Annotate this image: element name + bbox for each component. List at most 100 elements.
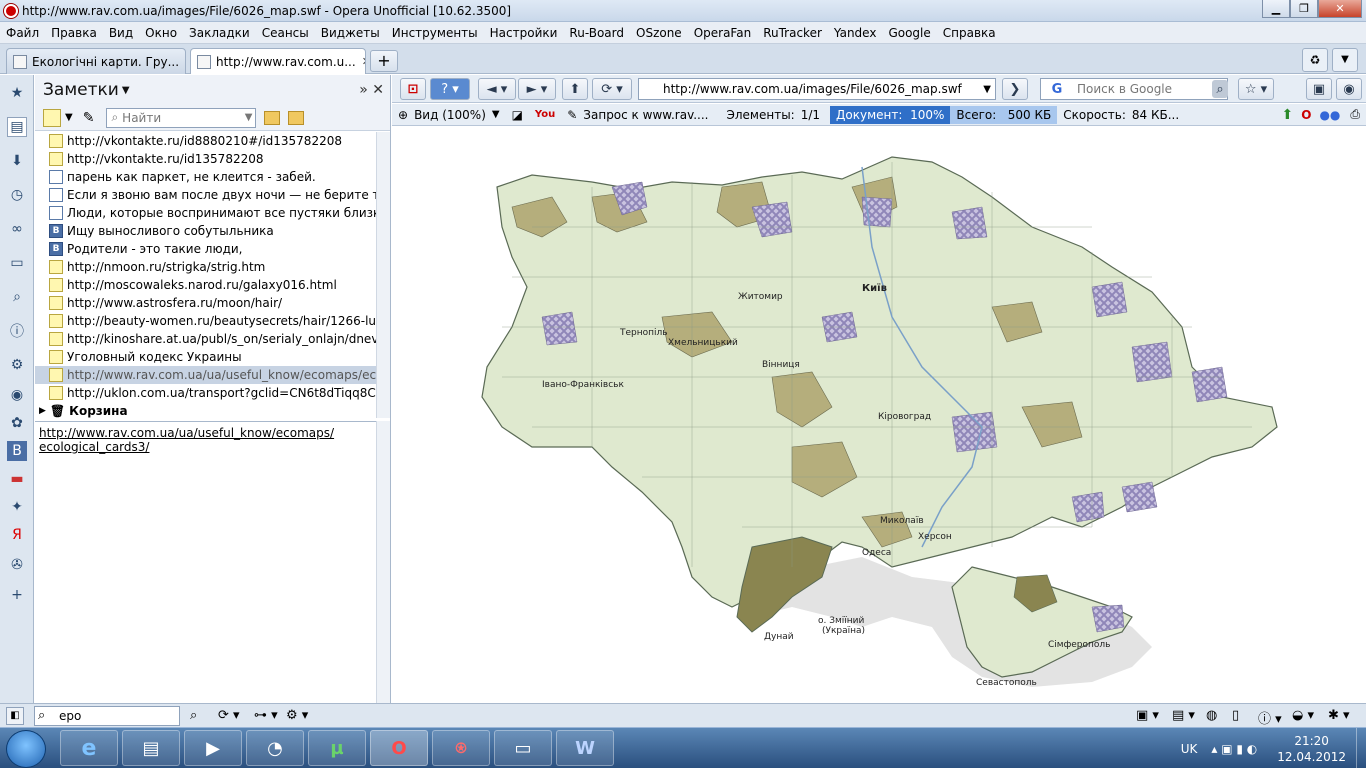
- note-item[interactable]: B Родители - это такие люди,: [35, 240, 377, 258]
- note-item[interactable]: B Ищу выносливого собутыльника: [35, 222, 377, 240]
- menu-sessions[interactable]: Сеансы: [256, 26, 315, 40]
- rss-icon[interactable]: ◪: [506, 108, 529, 122]
- forward-button[interactable]: ► ▾: [518, 78, 556, 100]
- search-icon[interactable]: ⌕: [1212, 80, 1228, 98]
- bookmark-star-icon[interactable]: ☆ ▾: [1238, 78, 1274, 100]
- explorer-folder-icon[interactable]: ▤: [122, 730, 180, 766]
- menu-view[interactable]: Вид: [103, 26, 139, 40]
- close-tab-icon[interactable]: ✕: [356, 55, 365, 68]
- menu-google[interactable]: Google: [882, 26, 936, 40]
- tab-ecomaps[interactable]: Екологічні карти. Гру... ✕: [6, 48, 186, 74]
- widget-icon[interactable]: ✿: [7, 413, 27, 433]
- edit-pen-icon[interactable]: ✎: [83, 110, 95, 126]
- note-item[interactable]: Уголовный кодекс Украины: [35, 348, 377, 366]
- youtube-icon[interactable]: You: [529, 109, 561, 120]
- panel-icon[interactable]: ▣: [1306, 78, 1332, 100]
- zoom-level[interactable]: Вид (100%): [414, 108, 486, 122]
- note-item[interactable]: парень как паркет, не клеится - забей.: [35, 168, 377, 186]
- widget-icon[interactable]: ◉: [7, 385, 27, 405]
- yandex-icon[interactable]: Я: [7, 525, 27, 545]
- go-button[interactable]: ❯: [1002, 78, 1028, 100]
- close-button[interactable]: ✕: [1318, 0, 1362, 18]
- info-icon[interactable]: ⓘ: [7, 321, 27, 341]
- history-clock-icon[interactable]: ◷: [7, 185, 27, 205]
- closed-tabs-trash-icon[interactable]: ♻: [1302, 48, 1328, 72]
- up-arrow-icon[interactable]: ⬆: [562, 78, 588, 100]
- media-player-icon[interactable]: ▶: [184, 730, 242, 766]
- help-icon[interactable]: ? ▾: [430, 78, 470, 100]
- menu-rutracker[interactable]: RuTracker: [757, 26, 828, 40]
- opera-icon[interactable]: [4, 3, 18, 18]
- ukraine-ecological-map[interactable]: Київ Одеса Херсон Миколаїв Сімферополь С…: [392, 127, 1366, 703]
- notes-search-input[interactable]: ⌕ Найти ▼: [106, 107, 257, 128]
- note-item[interactable]: http://www.rav.com.ua/ua/useful_know/eco…: [35, 366, 377, 384]
- zoom-icon[interactable]: ⌕: [190, 708, 197, 723]
- upload-arrow-icon[interactable]: ⬆: [1278, 107, 1298, 123]
- notes-trash[interactable]: ▶ 🗑 Корзина: [35, 402, 377, 418]
- app-icon[interactable]: ◔: [246, 730, 304, 766]
- note-item[interactable]: http://uklon.com.ua/transport?gclid=CN6t…: [35, 384, 377, 402]
- vk-icon[interactable]: B: [7, 441, 27, 461]
- panel-icon[interactable]: ▬: [7, 469, 27, 489]
- network-icon[interactable]: ⊶ ▾: [254, 708, 278, 723]
- gear-icon[interactable]: ⚙ ▾: [286, 708, 308, 723]
- notes-title[interactable]: Заметки: [43, 80, 119, 100]
- search-icon[interactable]: ⌕: [7, 287, 27, 307]
- utorrent-icon[interactable]: µ: [308, 730, 366, 766]
- add-panel-icon[interactable]: +: [7, 585, 27, 605]
- menu-edit[interactable]: Правка: [45, 26, 103, 40]
- note-link[interactable]: http://www.rav.com.ua/ua/useful_know/eco…: [39, 426, 334, 440]
- chevron-down-icon[interactable]: ▼: [983, 84, 991, 95]
- tab-menu-chevron-down-icon[interactable]: ▼: [1332, 48, 1358, 72]
- menu-operafan[interactable]: OperaFan: [688, 26, 758, 40]
- note-item[interactable]: http://vkontakte.ru/id8880210#/id1357822…: [35, 132, 377, 150]
- show-desktop-button[interactable]: [1356, 728, 1366, 768]
- clock[interactable]: 21:20 12.04.2012: [1277, 733, 1346, 765]
- note-item[interactable]: http://vkontakte.ru/id135782208: [35, 150, 377, 168]
- zoom-icon[interactable]: ⊕: [392, 108, 414, 122]
- info-icon[interactable]: ▯: [1232, 708, 1239, 723]
- tab-map-swf[interactable]: http://www.rav.com.u... ✕: [190, 48, 366, 74]
- note-item[interactable]: http://nmoon.ru/strigka/strig.htm: [35, 258, 377, 276]
- tray-icons[interactable]: ▴ ▣ ▮ ◐: [1211, 742, 1257, 756]
- panel-icon[interactable]: ✇: [7, 555, 27, 575]
- network-icon[interactable]: ◒ ▾: [1292, 708, 1314, 723]
- menu-widgets[interactable]: Виджеты: [315, 26, 386, 40]
- gear-icon[interactable]: ⚙: [7, 355, 27, 375]
- pdf-reader-icon[interactable]: ⍟: [432, 730, 490, 766]
- panel-toggle-icon[interactable]: ⊡: [400, 78, 426, 100]
- chevron-down-icon[interactable]: ▼: [245, 112, 253, 123]
- internet-explorer-icon[interactable]: e: [60, 730, 118, 766]
- downloads-icon[interactable]: ⬇: [7, 151, 27, 171]
- image-icon[interactable]: ▣ ▾: [1136, 708, 1159, 723]
- folder-icon[interactable]: [288, 110, 305, 125]
- menu-yandex[interactable]: Yandex: [828, 26, 883, 40]
- windows-icon[interactable]: ▭: [7, 253, 27, 273]
- page-style-icon[interactable]: ▤ ▾: [1172, 708, 1195, 723]
- note-item[interactable]: Если я звоню вам после двух ночи — не бе…: [35, 186, 377, 204]
- chevron-down-icon[interactable]: ▼: [486, 109, 506, 120]
- address-field[interactable]: http://www.rav.com.ua/images/File/6026_m…: [638, 78, 996, 100]
- monitor-icon[interactable]: ▭: [494, 730, 552, 766]
- google-g-icon[interactable]: G: [1044, 80, 1070, 98]
- notes-icon[interactable]: ▤: [7, 117, 27, 137]
- language-indicator[interactable]: UK: [1181, 742, 1198, 756]
- expand-arrow-icon[interactable]: ▶: [39, 406, 46, 416]
- minimize-button[interactable]: ▁: [1262, 0, 1290, 18]
- menu-file[interactable]: Файл: [0, 26, 45, 40]
- note-scrollbar[interactable]: [376, 421, 390, 703]
- note-item[interactable]: http://moscowaleks.narod.ru/galaxy016.ht…: [35, 276, 377, 294]
- note-content[interactable]: http://www.rav.com.ua/ua/useful_know/eco…: [35, 421, 377, 703]
- eye-icon[interactable]: ◉: [1336, 78, 1362, 100]
- more-icon[interactable]: ●●: [1315, 108, 1344, 122]
- back-button[interactable]: ◄ ▾: [478, 78, 516, 100]
- bookmarks-star-icon[interactable]: ★: [7, 83, 27, 103]
- page-content[interactable]: Київ Одеса Херсон Миколаїв Сімферополь С…: [392, 127, 1366, 703]
- close-tab-icon[interactable]: ✕: [179, 55, 185, 68]
- maximize-button[interactable]: ❐: [1290, 0, 1318, 18]
- new-folder-icon[interactable]: [264, 110, 281, 125]
- note-item[interactable]: http://kinoshare.at.ua/publ/s_on/serialy…: [35, 330, 377, 348]
- find-input[interactable]: еро: [34, 706, 180, 726]
- menu-window[interactable]: Окно: [139, 26, 183, 40]
- menu-help[interactable]: Справка: [937, 26, 1002, 40]
